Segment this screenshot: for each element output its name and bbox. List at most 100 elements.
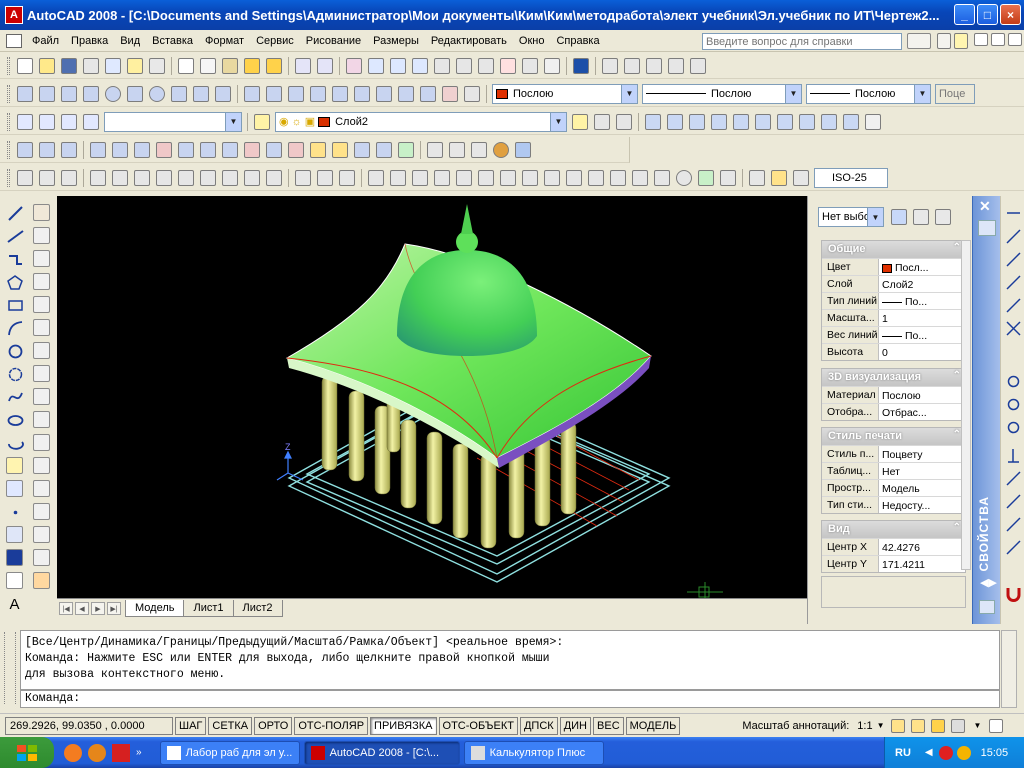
copy-object-icon[interactable]: [33, 227, 50, 244]
prev-tab-icon[interactable]: ◀: [75, 602, 89, 615]
radius-dimension-icon[interactable]: [456, 169, 472, 186]
tray-app-icon[interactable]: [938, 745, 953, 760]
ucs-z-axis-icon[interactable]: [178, 169, 194, 186]
menu-edit[interactable]: Правка: [65, 35, 114, 47]
communication-icon[interactable]: [937, 33, 951, 49]
ducs-toggle[interactable]: ДПСК: [519, 716, 558, 735]
ucs-view-icon[interactable]: [134, 169, 150, 186]
rectangle-icon[interactable]: [6, 296, 23, 313]
center-mark-icon[interactable]: [676, 169, 692, 186]
snap-midpoint-icon[interactable]: [1004, 296, 1021, 313]
3d-hidden-icon[interactable]: [471, 141, 487, 158]
continue-dimension-icon[interactable]: [588, 169, 604, 186]
view-right-icon[interactable]: [711, 113, 727, 130]
hatch-icon[interactable]: [6, 526, 23, 543]
chevron-down-icon[interactable]: ▼: [621, 84, 637, 103]
tray-expand-icon[interactable]: ◀: [925, 747, 933, 758]
palette-options-icon[interactable]: ◀▶: [980, 576, 997, 589]
plot-icon[interactable]: [83, 57, 99, 74]
tool-palettes-icon[interactable]: [478, 57, 494, 74]
offset-faces-icon[interactable]: [134, 141, 150, 158]
prop-value[interactable]: Посл...: [879, 259, 965, 275]
ellipse-arc-icon[interactable]: [6, 434, 24, 451]
shell-icon[interactable]: [376, 141, 392, 158]
doc-close-icon[interactable]: [1008, 33, 1022, 46]
continuous-orbit-icon[interactable]: [83, 113, 99, 130]
section-header[interactable]: Общие ⌃: [822, 241, 965, 258]
layer-states-icon[interactable]: [616, 113, 632, 130]
annotation-visibility-icon[interactable]: [890, 718, 905, 733]
rotate-faces-icon[interactable]: [178, 141, 194, 158]
command-scrollbar[interactable]: [1001, 630, 1017, 708]
array-icon[interactable]: [33, 296, 50, 313]
tangent-tool-icon[interactable]: [1004, 227, 1021, 244]
match-properties-icon[interactable]: [244, 57, 260, 74]
view-top-icon[interactable]: [645, 113, 661, 130]
check-icon[interactable]: [398, 141, 414, 158]
plotstyle-combo[interactable]: Поце: [935, 83, 975, 104]
otrack-toggle[interactable]: ОТС-ОБЪЕКТ: [438, 716, 518, 735]
collapse-chevron-icon[interactable]: ⌃: [953, 370, 961, 381]
ucs-icon[interactable]: [17, 169, 33, 186]
trim-icon[interactable]: [33, 411, 50, 428]
ucs-face-icon[interactable]: [90, 169, 106, 186]
chevron-down-icon[interactable]: ▼: [867, 208, 883, 226]
view-se-iso-icon[interactable]: [799, 113, 815, 130]
last-tab-icon[interactable]: ▶|: [107, 602, 121, 615]
prop-value[interactable]: По...: [879, 327, 965, 343]
osnap-toggle[interactable]: ПРИВЯЗКА: [370, 716, 437, 735]
break-at-point-icon[interactable]: [33, 457, 50, 474]
3d-rotate-icon[interactable]: [442, 85, 458, 102]
properties-icon[interactable]: [434, 57, 450, 74]
collapse-chevron-icon[interactable]: ⌃: [953, 242, 961, 253]
make-layer-current-icon[interactable]: [572, 113, 588, 130]
language-indicator[interactable]: RU: [895, 747, 911, 759]
free-orbit-icon[interactable]: [61, 113, 77, 130]
prop-value[interactable]: Модель: [879, 480, 965, 496]
prop-value[interactable]: Слой2: [879, 276, 965, 292]
zoom-realtime-icon[interactable]: [368, 57, 384, 74]
subtract-icon[interactable]: [376, 85, 392, 102]
selection-combo[interactable]: Нет выбо ▼: [818, 207, 884, 227]
offset-icon[interactable]: [33, 273, 50, 290]
wedge-icon[interactable]: [61, 85, 77, 102]
extend-icon[interactable]: [33, 434, 50, 451]
prop-value[interactable]: 0: [879, 344, 965, 360]
linear-dimension-icon[interactable]: [368, 169, 384, 186]
ortho-toggle[interactable]: ОРТО: [254, 716, 293, 735]
tab-model[interactable]: Модель: [125, 600, 185, 617]
extrude-faces-icon[interactable]: [90, 141, 106, 158]
magnet-icon[interactable]: [1004, 584, 1021, 602]
zoom-previous-icon[interactable]: [412, 57, 428, 74]
jogged-linear-icon[interactable]: [720, 169, 736, 186]
separate-icon[interactable]: [354, 141, 370, 158]
styles-dim-icon[interactable]: [624, 57, 640, 74]
torus-icon[interactable]: [149, 85, 165, 102]
annotation-scale-value[interactable]: 1:1: [857, 720, 872, 732]
styles-plot-icon[interactable]: [690, 57, 706, 74]
copy-edges-icon[interactable]: [266, 141, 282, 158]
color-combo[interactable]: Послою ▼: [492, 83, 638, 104]
polyline-icon[interactable]: [6, 250, 23, 267]
3d-wireframe-icon[interactable]: [449, 141, 465, 158]
menu-tools[interactable]: Сервис: [250, 35, 300, 47]
clean-icon[interactable]: [332, 141, 348, 158]
snap-extension-icon[interactable]: [1004, 273, 1021, 290]
palette-title-strip[interactable]: ✕ СВОЙСТВА ◀▶: [972, 196, 1001, 624]
markup-icon[interactable]: [522, 57, 538, 74]
styles-mleader-icon[interactable]: [668, 57, 684, 74]
dimension-break-icon[interactable]: [632, 169, 648, 186]
spline-icon[interactable]: [6, 388, 23, 405]
quicklaunch-firefox-icon[interactable]: [88, 743, 106, 762]
prop-value[interactable]: По...: [879, 293, 965, 309]
ucs-object-icon[interactable]: [112, 169, 128, 186]
taper-faces-icon[interactable]: [200, 141, 216, 158]
snap-center-icon[interactable]: [1004, 372, 1021, 389]
intersect-icon[interactable]: [61, 141, 77, 158]
menu-window[interactable]: Окно: [513, 35, 551, 47]
maximize-button[interactable]: □: [977, 4, 998, 25]
document-icon[interactable]: [6, 33, 22, 48]
tab-layout2[interactable]: Лист2: [232, 600, 283, 617]
favorites-star-icon[interactable]: [954, 33, 968, 49]
help-search-input[interactable]: [702, 33, 902, 50]
